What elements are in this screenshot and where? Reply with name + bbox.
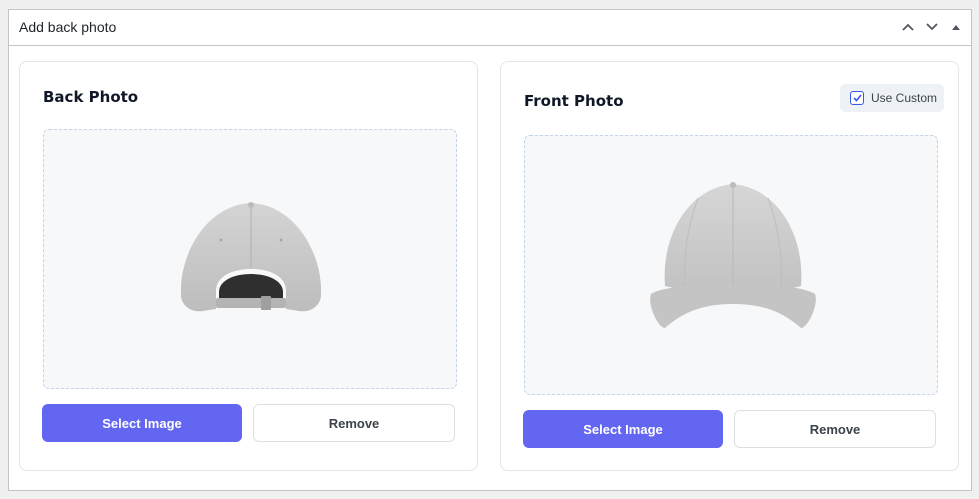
back-photo-title: Back Photo (43, 88, 139, 106)
metabox-handle-actions (899, 16, 965, 38)
back-photo-dropzone[interactable] (43, 129, 457, 389)
front-remove-button[interactable]: Remove (734, 410, 936, 448)
back-remove-button[interactable]: Remove (253, 404, 455, 442)
front-cap-image (650, 182, 816, 328)
checkbox-checked-icon (850, 91, 864, 105)
back-select-image-button[interactable]: Select Image (42, 404, 242, 442)
front-photo-dropzone[interactable] (524, 135, 938, 395)
back-photo-card: Back Photo Select Image Remove (19, 61, 478, 471)
metabox-header: Add back photo (9, 10, 971, 46)
front-photo-card: Front Photo Use Custom Select Image Remo… (500, 61, 959, 471)
metabox-title: Add back photo (19, 19, 117, 35)
move-up-icon[interactable] (899, 16, 917, 38)
front-select-image-button[interactable]: Select Image (523, 410, 723, 448)
metabox-add-back-photo: Add back photo Back Photo Select Image R… (8, 9, 972, 491)
use-custom-label: Use Custom (871, 91, 938, 105)
toggle-panel-icon[interactable] (947, 16, 965, 38)
move-down-icon[interactable] (923, 16, 941, 38)
back-cap-image (180, 202, 322, 312)
use-custom-checkbox[interactable]: Use Custom (840, 84, 944, 112)
front-photo-title: Front Photo (524, 92, 624, 110)
